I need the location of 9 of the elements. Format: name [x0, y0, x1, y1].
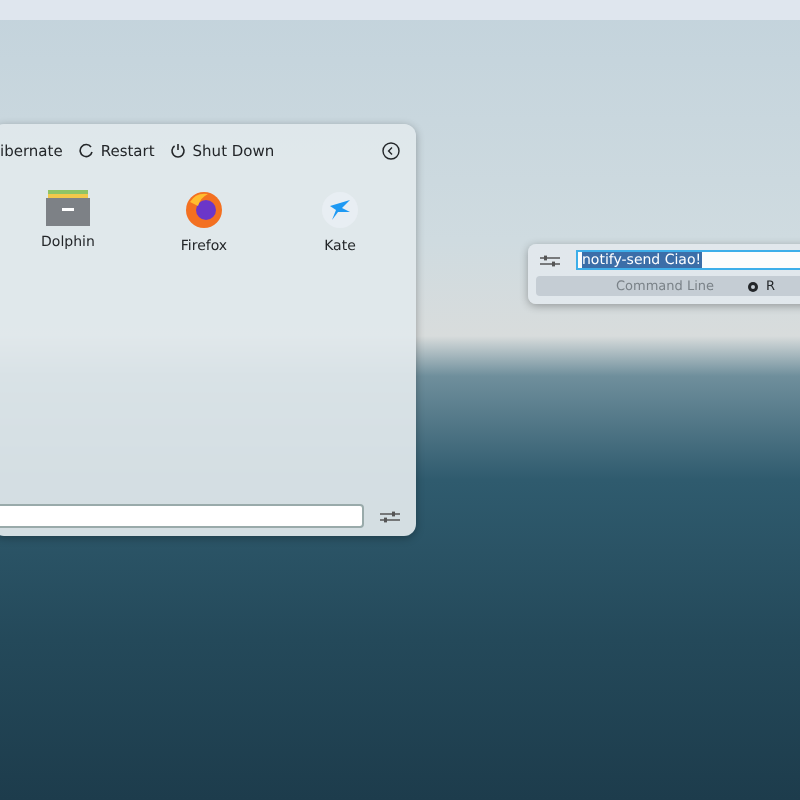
bird-icon [320, 190, 360, 230]
settings-icon[interactable] [380, 509, 400, 523]
chevron-left-circle-icon[interactable] [382, 141, 400, 159]
fox-globe-icon [184, 190, 224, 230]
settings-icon[interactable] [540, 253, 560, 267]
power-icon [170, 142, 187, 158]
restart-icon [78, 142, 95, 158]
folder-icon [46, 190, 90, 226]
search-field[interactable] [0, 504, 364, 528]
